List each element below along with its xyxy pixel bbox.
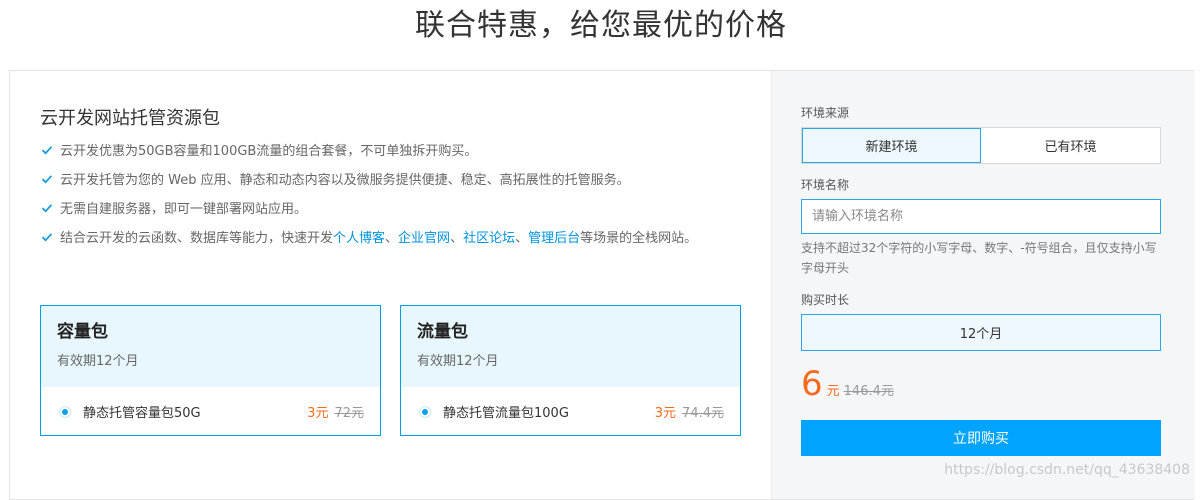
feature-item: 无需自建服务器，即可一键部署网站应用。 bbox=[40, 199, 730, 221]
price-original: 72元 bbox=[334, 406, 364, 421]
duration-label: 购买时长 bbox=[801, 293, 850, 307]
duration-option[interactable]: 12个月 bbox=[801, 314, 1161, 351]
env-option-existing[interactable]: 已有环境 bbox=[981, 128, 1160, 163]
traffic-package-card[interactable]: 流量包 有效期12个月 静态托管流量包100G 3元 74.4元 bbox=[400, 305, 741, 436]
env-source-switch: 新建环境 已有环境 bbox=[801, 127, 1161, 164]
env-source-label: 环境来源 bbox=[801, 106, 850, 120]
feature-prefix: 结合云开发的云函数、数据库等能力，快速开发 bbox=[60, 231, 334, 246]
env-name-label: 环境名称 bbox=[801, 178, 850, 192]
total-price-value: 6 bbox=[801, 364, 823, 404]
package-price: 3元 72元 bbox=[307, 402, 364, 421]
price-current: 3元 bbox=[307, 406, 329, 421]
link-admin-backend[interactable]: 管理后台 bbox=[528, 231, 580, 246]
feature-text: 云开发优惠为50GB容量和100GB流量的组合套餐，不可单独拆开购买。 bbox=[60, 144, 478, 159]
total-price-original: 146.4元 bbox=[843, 384, 894, 399]
package-header: 流量包 有效期12个月 bbox=[401, 306, 740, 387]
product-panel: 云开发网站托管资源包 云开发优惠为50GB容量和100GB流量的组合套餐，不可单… bbox=[10, 71, 771, 499]
page-title: 联合特惠，给您最优的价格 bbox=[415, 8, 787, 43]
package-name: 流量包 bbox=[417, 322, 468, 342]
order-panel: 环境来源 新建环境 已有环境 环境名称 支持不超过32个字符的小写字母、数字、-… bbox=[771, 71, 1195, 499]
link-community-forum[interactable]: 社区论坛 bbox=[463, 231, 515, 246]
feature-item: 云开发优惠为50GB容量和100GB流量的组合套餐，不可单独拆开购买。 bbox=[40, 141, 730, 163]
check-icon bbox=[41, 202, 53, 214]
product-title: 云开发网站托管资源包 bbox=[40, 108, 220, 129]
offer-card: 云开发网站托管资源包 云开发优惠为50GB容量和100GB流量的组合套餐，不可单… bbox=[9, 70, 1195, 500]
feature-item: 云开发托管为您的 Web 应用、静态和动态内容以及微服务提供便捷、稳定、高拓展性… bbox=[40, 170, 730, 192]
feature-text: 结合云开发的云函数、数据库等能力，快速开发个人博客、企业官网、社区论坛、管理后台… bbox=[60, 231, 697, 246]
package-name: 容量包 bbox=[57, 322, 108, 342]
package-radio[interactable] bbox=[59, 406, 71, 418]
link-separator: 、 bbox=[385, 231, 399, 246]
package-option[interactable]: 静态托管流量包100G 3元 74.4元 bbox=[401, 387, 740, 436]
package-option[interactable]: 静态托管容量包50G 3元 72元 bbox=[41, 387, 380, 436]
link-personal-blog[interactable]: 个人博客 bbox=[333, 231, 385, 246]
check-icon bbox=[41, 173, 53, 185]
package-validity: 有效期12个月 bbox=[417, 354, 499, 369]
feature-suffix: 等场景的全栈网站。 bbox=[580, 231, 698, 246]
total-price: 6 元 146.4元 bbox=[801, 364, 894, 404]
link-company-site[interactable]: 企业官网 bbox=[398, 231, 450, 246]
env-name-input[interactable] bbox=[801, 199, 1161, 234]
feature-item: 结合云开发的云函数、数据库等能力，快速开发个人博客、企业官网、社区论坛、管理后台… bbox=[40, 228, 730, 250]
feature-list: 云开发优惠为50GB容量和100GB流量的组合套餐，不可单独拆开购买。 云开发托… bbox=[40, 141, 730, 257]
price-current: 3元 bbox=[654, 406, 677, 421]
link-separator: 、 bbox=[450, 231, 464, 246]
package-item-name: 静态托管流量包100G bbox=[443, 406, 569, 421]
capacity-package-card[interactable]: 容量包 有效期12个月 静态托管容量包50G 3元 72元 bbox=[40, 305, 381, 436]
package-validity: 有效期12个月 bbox=[57, 354, 139, 369]
feature-text: 云开发托管为您的 Web 应用、静态和动态内容以及微服务提供便捷、稳定、高拓展性… bbox=[60, 173, 630, 188]
package-radio[interactable] bbox=[419, 406, 431, 418]
total-price-unit: 元 bbox=[826, 384, 840, 399]
link-separator: 、 bbox=[515, 231, 529, 246]
package-item-name: 静态托管容量包50G bbox=[83, 406, 201, 421]
check-icon bbox=[41, 231, 53, 243]
env-option-new[interactable]: 新建环境 bbox=[802, 128, 981, 163]
check-icon bbox=[41, 144, 53, 156]
package-price: 3元 74.4元 bbox=[655, 402, 724, 421]
package-header: 容量包 有效期12个月 bbox=[41, 306, 380, 387]
buy-now-button[interactable]: 立即购买 bbox=[801, 420, 1161, 456]
env-name-hint: 支持不超过32个字符的小写字母、数字、-符号组合，且仅支持小写字母开头 bbox=[801, 241, 1157, 275]
price-original: 74.4元 bbox=[682, 406, 724, 421]
watermark: https://blog.csdn.net/qq_43638408 bbox=[944, 462, 1190, 478]
feature-text: 无需自建服务器，即可一键部署网站应用。 bbox=[60, 202, 308, 217]
